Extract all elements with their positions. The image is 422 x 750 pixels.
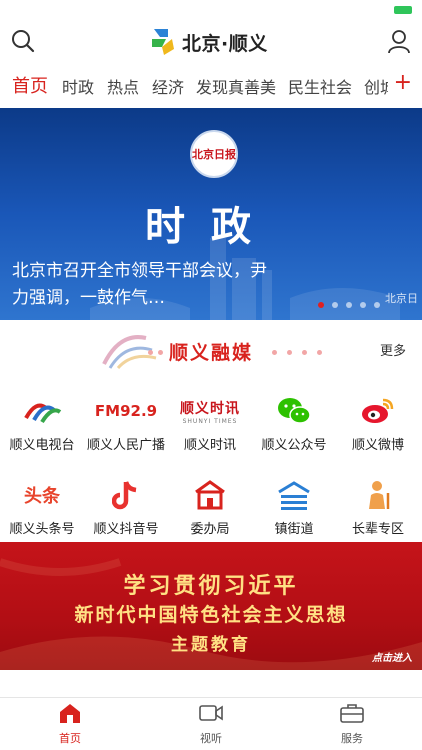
study-campaign-banner[interactable]: 学习贯彻习近平 新时代中国特色社会主义思想 主题教育 点击进入	[0, 542, 422, 670]
grid-item-tv[interactable]: 顺义电视台	[0, 392, 84, 453]
carousel-dot	[374, 302, 380, 308]
grid-item-toutiao[interactable]: 头条 顺义头条号	[0, 476, 84, 537]
toutiao-icon: 头条	[24, 486, 60, 507]
status-bar	[0, 0, 422, 20]
banner-heading: 时政	[145, 204, 277, 250]
tab-hot[interactable]: 热点	[107, 74, 139, 98]
grid-item-weibo[interactable]: 顺义微博	[336, 392, 420, 453]
source-watermark: 北京日	[385, 292, 418, 305]
carousel-dots	[318, 302, 380, 308]
carousel-dot	[332, 302, 338, 308]
search-icon[interactable]	[10, 28, 36, 54]
grid-item-douyin[interactable]: 顺义抖音号	[84, 476, 168, 537]
wechat-icon	[252, 392, 336, 430]
app-header: 北京·顺义	[0, 20, 422, 66]
carousel-dot	[360, 302, 366, 308]
shunyi-times-icon: 顺义时讯 SHUNYI TIMES	[180, 400, 240, 425]
bottom-tab-home[interactable]: 首页	[30, 702, 110, 746]
enter-link[interactable]: 点击进入	[372, 649, 412, 664]
logo-mark-icon	[152, 29, 174, 55]
bottom-tab-services[interactable]: 服务	[312, 702, 392, 746]
promo-line-3: 主题教育	[171, 635, 251, 655]
logo-text: 北京·顺义	[182, 32, 268, 55]
grid-item-wechat[interactable]: 顺义公众号	[252, 392, 336, 453]
category-tabs: 首页 时政 热点 经济 发现真善美 民生社会 创城 +	[0, 68, 422, 102]
grid-item-seniors[interactable]: 长辈专区	[336, 476, 420, 537]
fm-radio-icon: FM92.9	[94, 402, 158, 420]
section-title: 顺义融媒	[168, 342, 253, 364]
home-icon	[60, 704, 80, 723]
media-section-header: 顺义融媒 更多	[0, 320, 422, 376]
town-street-icon	[252, 476, 336, 514]
user-icon[interactable]	[386, 28, 412, 54]
tab-livelihood[interactable]: 民生社会	[288, 74, 352, 98]
promo-line-2: 新时代中国特色社会主义思想	[74, 604, 348, 626]
add-tab-button[interactable]: +	[387, 70, 412, 95]
weibo-icon	[336, 392, 420, 430]
carousel-dot-active	[318, 302, 324, 308]
banner-carousel[interactable]: 北京日报 时政 北京市召开全市领导干部会议，尹力强调，一鼓作气… 北京日	[0, 108, 422, 320]
app-logo: 北京·顺义	[150, 26, 268, 58]
grid-item-radio[interactable]: FM92.9 顺义人民广播	[84, 392, 168, 453]
newspaper-badge: 北京日报	[190, 130, 238, 178]
tab-economy[interactable]: 经济	[152, 74, 184, 98]
battery-icon	[394, 6, 412, 14]
tab-politics[interactable]: 时政	[62, 74, 94, 98]
tab-home[interactable]: 首页	[12, 72, 48, 98]
grid-item-towns[interactable]: 镇街道	[252, 476, 336, 537]
bottom-tab-video[interactable]: 视听	[171, 702, 251, 746]
more-link[interactable]: 更多	[380, 340, 406, 359]
elder-person-icon	[336, 476, 420, 514]
tab-discover[interactable]: 发现真善美	[196, 74, 276, 98]
promo-line-1: 学习贯彻习近平	[123, 573, 299, 599]
tv-station-icon	[0, 392, 84, 430]
bottom-tab-bar: 首页 视听 服务	[0, 697, 422, 750]
grid-item-bureaus[interactable]: 委办局	[168, 476, 252, 537]
grid-item-times[interactable]: 顺义时讯 SHUNYI TIMES 顺义时讯	[168, 392, 252, 454]
government-building-icon	[168, 476, 252, 514]
briefcase-icon	[340, 704, 364, 723]
douyin-icon	[84, 476, 168, 514]
carousel-dot	[346, 302, 352, 308]
video-camera-icon	[199, 705, 223, 721]
banner-headline[interactable]: 北京市召开全市领导干部会议，尹力强调，一鼓作气…	[12, 258, 272, 312]
